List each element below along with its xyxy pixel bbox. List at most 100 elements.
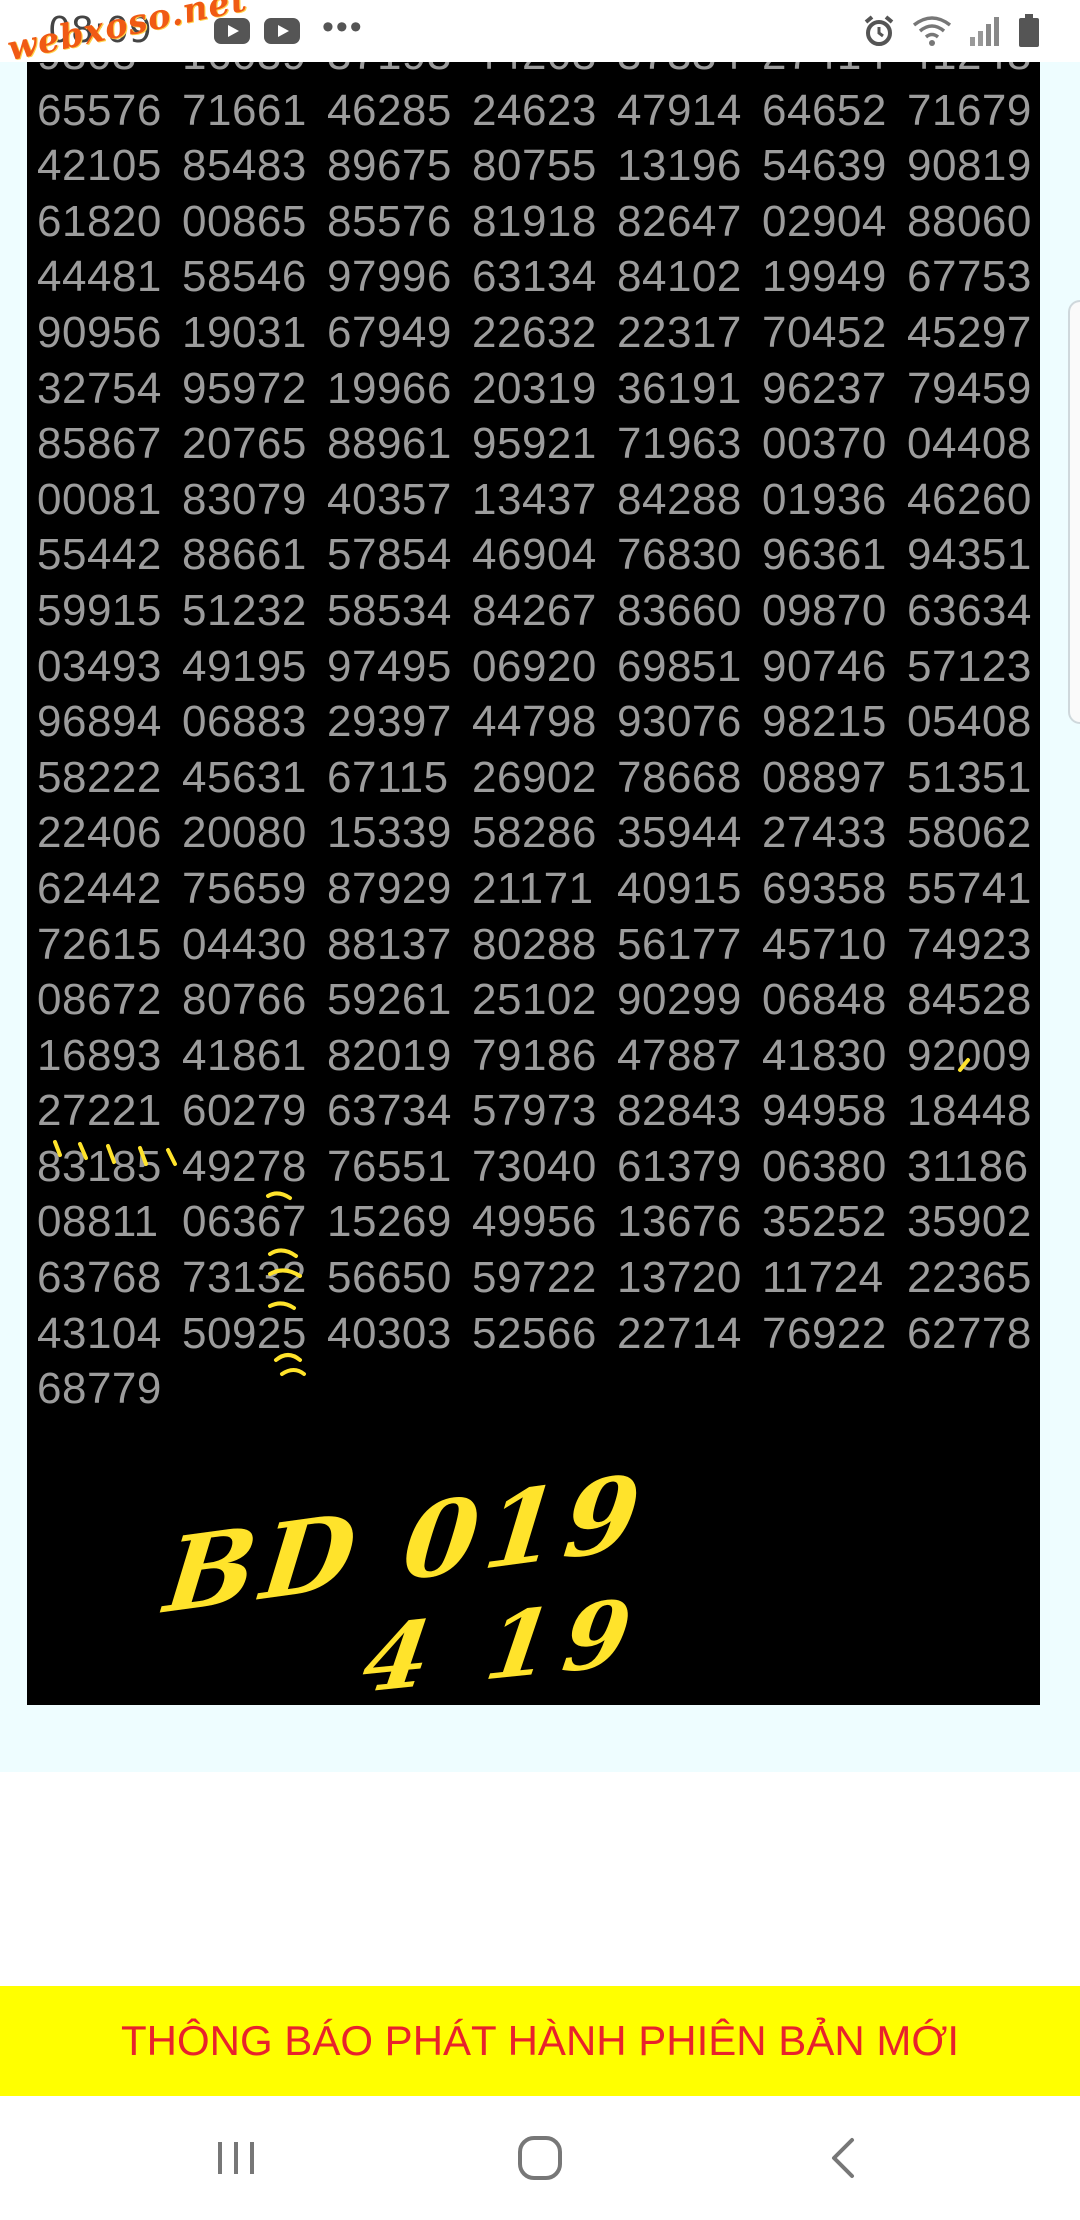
number-cell: 96894 [37, 697, 162, 747]
number-cell: 54639 [762, 141, 887, 191]
number-cell: 82843 [617, 1086, 742, 1136]
number-cell: 85867 [37, 419, 162, 469]
number-cell: 09870 [762, 585, 887, 635]
number-cell: 78668 [617, 752, 742, 802]
number-cell: 22714 [617, 1308, 742, 1358]
number-cell: 55741 [907, 863, 1032, 913]
number-cell: 05408 [907, 697, 1032, 747]
number-cell: 51232 [182, 585, 307, 635]
number-cell: 73132 [182, 1253, 307, 1303]
recent-apps-icon [218, 2142, 254, 2174]
number-cell: 04430 [182, 919, 307, 969]
announcement-banner[interactable]: THÔNG BÁO PHÁT HÀNH PHIÊN BẢN MỚI [0, 1986, 1080, 2096]
number-cell: 62778 [907, 1308, 1032, 1358]
number-cell: 97996 [327, 252, 452, 302]
scrollbar-handle[interactable] [1068, 300, 1080, 724]
number-cell: 49956 [472, 1197, 597, 1247]
number-cell: 46260 [907, 474, 1032, 524]
number-cell: 80766 [182, 975, 307, 1025]
number-cell: 27433 [762, 808, 887, 858]
number-cell: 56650 [327, 1253, 452, 1303]
number-cell: 58222 [37, 752, 162, 802]
number-cell: 22406 [37, 808, 162, 858]
home-icon [518, 2136, 562, 2180]
number-cell: 85483 [182, 141, 307, 191]
number-cell: 27414 [762, 62, 907, 83]
number-image: 9303160393719344203373342741441248 65576 7… [27, 62, 1040, 1705]
number-cell: 46904 [472, 530, 597, 580]
recent-apps-button[interactable] [196, 2126, 276, 2190]
number-cell: 11724 [762, 1253, 884, 1303]
number-cell: 57123 [907, 641, 1032, 691]
number-cell: 20319 [472, 363, 597, 413]
number-cell: 41861 [182, 1030, 307, 1080]
number-cell: 84102 [617, 252, 742, 302]
number-cell: 43104 [37, 1308, 162, 1358]
number-cell: 70452 [762, 307, 887, 357]
number-cell: 13196 [617, 141, 742, 191]
number-cell: 49195 [182, 641, 307, 691]
number-cell: 64652 [762, 85, 887, 135]
number-cell: 71679 [907, 85, 1032, 135]
more-dots-icon: ••• [322, 8, 364, 46]
number-cell: 98215 [762, 697, 887, 747]
number-cell: 41248 [907, 62, 1040, 83]
number-cell: 84267 [472, 585, 597, 635]
number-cell: 90819 [907, 141, 1032, 191]
number-cell: 45297 [907, 307, 1032, 357]
number-cell: 19949 [762, 252, 887, 302]
number-cell: 44203 [472, 62, 617, 83]
number-cell: 40303 [327, 1308, 452, 1358]
number-cell: 71661 [182, 85, 307, 135]
number-cell: 9303 [37, 62, 182, 83]
number-cell: 13437 [472, 474, 597, 524]
number-cell: 18448 [907, 1086, 1032, 1136]
number-cell: 83185 [37, 1141, 162, 1191]
number-cell: 29397 [327, 697, 452, 747]
number-cell: 67115 [327, 752, 449, 802]
number-cell: 25102 [472, 975, 597, 1025]
number-cell: 58534 [327, 585, 452, 635]
status-bar: 08:09 ••• webxoso.net [0, 0, 1080, 69]
number-cell: 21171 [472, 863, 594, 913]
number-cell: 69851 [617, 641, 742, 691]
number-cell: 58286 [472, 808, 597, 858]
number-cell: 00081 [37, 474, 162, 524]
number-cell: 93076 [617, 697, 742, 747]
number-cell: 83660 [617, 585, 742, 635]
number-cell: 57973 [472, 1086, 597, 1136]
number-cell: 44798 [472, 697, 597, 747]
number-cell: 72615 [37, 919, 162, 969]
number-cell: 35252 [762, 1197, 887, 1247]
number-cell: 40915 [617, 863, 742, 913]
home-button[interactable] [500, 2126, 580, 2190]
number-cell: 74923 [907, 919, 1032, 969]
number-cell: 63634 [907, 585, 1032, 635]
number-cell: 97495 [327, 641, 452, 691]
number-cell: 63768 [37, 1253, 162, 1303]
banner-text[interactable]: THÔNG BÁO PHÁT HÀNH PHIÊN BẢN MỚI [121, 2017, 959, 2065]
number-cell: 84288 [617, 474, 742, 524]
number-cell: 96237 [762, 363, 887, 413]
navigation-bar [0, 2096, 1080, 2220]
number-cell: 16893 [37, 1030, 162, 1080]
number-cell: 73040 [472, 1141, 597, 1191]
number-cell: 76551 [327, 1141, 452, 1191]
number-cell: 47914 [617, 85, 742, 135]
number-cell: 67949 [327, 307, 452, 357]
number-cell: 00865 [182, 196, 307, 246]
number-cell: 42105 [37, 141, 162, 191]
number-cell: 76922 [762, 1308, 887, 1358]
number-cell: 69358 [762, 863, 887, 913]
number-cell: 60279 [182, 1086, 307, 1136]
number-cell: 37193 [327, 62, 472, 83]
number-cell: 08811 [37, 1197, 159, 1247]
back-button[interactable] [802, 2126, 882, 2190]
number-cell: 56177 [617, 919, 742, 969]
number-cell: 51351 [907, 752, 1032, 802]
number-cell: 08672 [37, 975, 162, 1025]
number-cell: 46285 [327, 85, 452, 135]
number-cell: 03493 [37, 641, 162, 691]
number-cell: 82647 [617, 196, 742, 246]
number-cell: 22317 [617, 307, 742, 357]
